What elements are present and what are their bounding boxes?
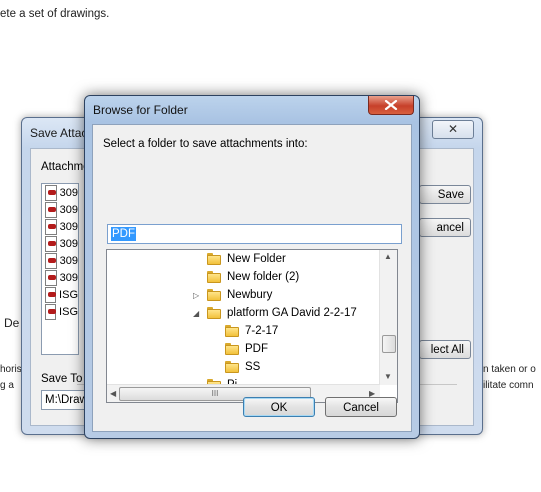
select-all-button[interactable]: lect All [419,340,471,359]
selected-text: PDF [111,227,136,241]
folder-icon [207,289,221,301]
tree-item[interactable]: 7-2-17 [225,322,278,340]
list-item[interactable]: 309 [42,235,78,252]
attachment-name: 309 [59,237,78,250]
cancel-button[interactable]: ancel [419,218,471,237]
document-text-fragment: horis [0,364,22,375]
close-button[interactable] [368,96,414,115]
list-item[interactable]: 309 [42,269,78,286]
folder-icon [207,271,221,283]
pdf-file-icon [45,303,57,320]
scroll-up-icon[interactable]: ▲ [384,252,392,261]
pdf-file-icon [45,269,57,286]
attachment-name: 309 [59,271,78,284]
folder-icon [207,307,221,319]
folder-tree[interactable]: New Folder New folder (2) ▷ Newbury ◢ pl… [106,249,398,403]
list-item[interactable]: ISG [42,286,78,303]
pdf-file-icon [45,201,57,218]
tree-item-label: New folder (2) [227,271,300,283]
attachment-name: 309 [59,203,78,216]
cancel-button[interactable]: Cancel [325,397,397,417]
pdf-file-icon [45,286,57,303]
pdf-file-icon [45,218,57,235]
tree-item[interactable]: New Folder [207,250,286,268]
browse-for-folder-dialog: Browse for Folder Select a folder to sav… [84,95,420,439]
tree-item-label: platform GA David 2-2-17 [227,307,357,319]
instruction-text: Select a folder to save attachments into… [103,138,308,150]
attachments-label: Attachme [41,161,90,173]
collapse-icon[interactable]: ◢ [193,309,199,318]
attachment-name: 309 [59,220,78,233]
folder-icon [225,325,239,337]
scroll-down-icon[interactable]: ▼ [384,372,392,381]
close-icon: ✕ [447,122,459,136]
attachment-name: ISG [59,288,78,301]
document-text-line: ete a set of drawings. [0,8,110,20]
close-button[interactable]: ✕ [432,120,474,139]
vertical-scrollbar[interactable]: ▲ ▼ [379,250,397,385]
tree-item-label: SS [245,361,261,373]
list-item[interactable]: 309 [42,252,78,269]
folder-icon [225,361,239,373]
pdf-file-icon [45,252,57,269]
attachment-name: 309 [59,254,78,267]
ok-button[interactable]: OK [243,397,315,417]
close-icon [384,100,398,110]
save-to-label: Save To [41,373,83,385]
list-item[interactable]: 309 [42,218,78,235]
folder-icon [225,343,239,355]
tree-item-label: New Folder [227,253,286,265]
tree-item[interactable]: platform GA David 2-2-17 [207,304,357,322]
tree-item[interactable]: SS [225,358,260,376]
tree-item[interactable]: New folder (2) [207,268,299,286]
scroll-left-icon[interactable]: ◀ [110,389,116,398]
attachment-name: ISG [59,305,78,318]
save-button[interactable]: Save [419,185,471,204]
folder-name-input[interactable]: PDF [107,224,402,244]
folder-icon [207,253,221,265]
list-item[interactable]: 309 [42,201,78,218]
expand-icon[interactable]: ▷ [193,291,199,300]
tree-item-label: PDF [245,343,268,355]
document-text-fragment: g a [0,380,14,391]
tree-item-label: Newbury [227,289,273,301]
tree-item[interactable]: Newbury [207,286,272,304]
list-item[interactable]: ISG [42,303,78,320]
pdf-file-icon [45,235,57,252]
scroll-grip: III [211,389,219,398]
tree-item-label: 7-2-17 [245,325,279,337]
pdf-file-icon [45,184,57,201]
vertical-scroll-thumb[interactable] [382,335,396,353]
dialog-title: Save Attac [30,126,88,140]
dialog-title: Browse for Folder [93,103,188,117]
document-text-fragment: De [4,316,20,330]
dialog-client-area: Select a folder to save attachments into… [92,124,412,432]
attachment-name: 309 [59,186,78,199]
document-text-fragment: n taken or o [483,364,536,375]
tree-item[interactable]: PDF [225,340,268,358]
list-item[interactable]: 309 [42,184,78,201]
attachments-list[interactable]: 309 309 309 309 309 309 ISG ISG [41,183,79,355]
document-text-fragment: ilitate comn [483,380,534,391]
